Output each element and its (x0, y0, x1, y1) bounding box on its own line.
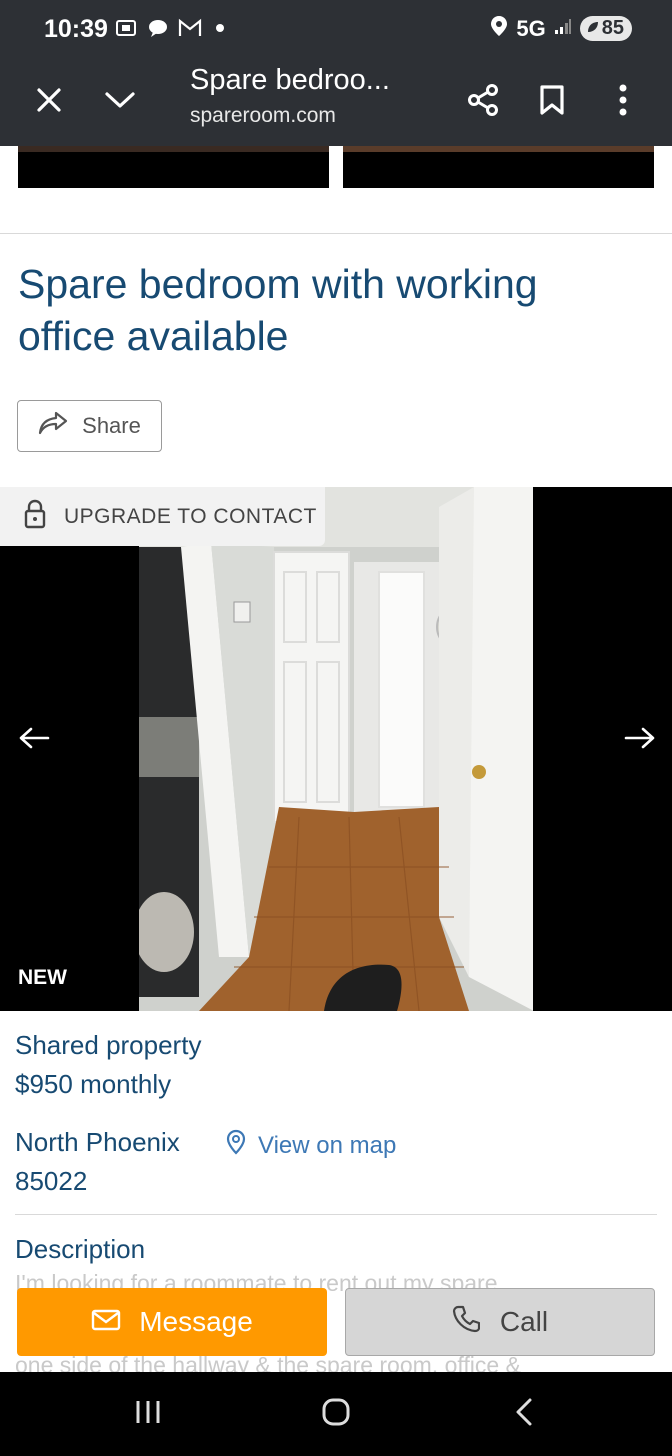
recent-apps-button[interactable] (126, 1394, 170, 1434)
next-photo-button[interactable] (620, 720, 660, 760)
listing-photo[interactable] (139, 487, 533, 1011)
back-icon (514, 1397, 534, 1432)
system-navigation-bar (0, 1372, 672, 1456)
close-icon (36, 87, 62, 118)
previous-photo-button[interactable] (14, 720, 54, 760)
clock: 10:39 (44, 15, 108, 43)
location-icon (490, 15, 508, 42)
system-icons: 5G 85 (490, 15, 632, 42)
share-icon (466, 83, 500, 122)
area-name: North Phoenix (15, 1127, 180, 1157)
chevron-down-icon (104, 90, 136, 115)
section-divider (15, 1214, 657, 1215)
section-divider (0, 233, 672, 234)
network-type: 5G (516, 15, 546, 41)
minimize-tab-button[interactable] (96, 78, 144, 126)
battery-level: 85 (601, 17, 624, 39)
bookmark-icon (539, 84, 565, 121)
more-notifications-dot (216, 24, 224, 32)
recent-apps-icon (134, 1399, 162, 1430)
price: $950 monthly (15, 1069, 172, 1099)
share-page-button[interactable] (459, 78, 507, 126)
view-on-map-link[interactable]: View on map (226, 1129, 396, 1162)
home-button[interactable] (314, 1394, 358, 1434)
battery-saver-icon (586, 17, 600, 40)
arrow-right-icon (624, 726, 656, 755)
bookmark-button[interactable] (528, 78, 576, 126)
back-button[interactable] (502, 1394, 546, 1434)
thumbnail-image[interactable] (343, 146, 654, 188)
call-label: Call (499, 1306, 549, 1337)
gmail-icon (178, 16, 202, 40)
share-label: Share (82, 413, 141, 438)
screenshot-icon (114, 16, 138, 40)
new-badge: NEW (18, 966, 67, 989)
overflow-menu-button[interactable] (599, 78, 647, 126)
mail-icon (91, 1306, 121, 1338)
zip-code: 85022 (15, 1166, 88, 1196)
close-tab-button[interactable] (25, 78, 73, 126)
phone-icon (452, 1305, 480, 1340)
message-label: Message (139, 1306, 253, 1337)
home-icon (321, 1397, 351, 1432)
status-bar: 10:39 5G 85 (0, 0, 672, 60)
battery-indicator: 85 (579, 16, 632, 41)
signal-icon (554, 17, 572, 40)
property-type: Shared property (15, 1030, 202, 1060)
photo-gallery[interactable] (0, 487, 672, 1011)
custom-tab-toolbar: Spare bedroo... spareroom.com (0, 60, 672, 146)
upgrade-label: UPGRADE TO CONTACT (64, 504, 317, 528)
arrow-left-icon (18, 726, 50, 755)
page-title: Spare bedroo... (190, 64, 390, 96)
description-heading: Description (15, 1234, 146, 1264)
notification-icons (114, 16, 224, 40)
thumbnail-image[interactable] (18, 146, 329, 188)
forward-arrow-icon (38, 411, 68, 441)
chat-icon (146, 16, 170, 40)
upgrade-to-contact-button[interactable]: UPGRADE TO CONTACT (0, 487, 325, 546)
call-button[interactable]: Call (345, 1288, 655, 1356)
map-pin-icon (226, 1129, 246, 1162)
message-button[interactable]: Message (17, 1288, 327, 1356)
lock-icon (24, 499, 46, 535)
share-listing-button[interactable]: Share (17, 400, 162, 452)
more-vert-icon (618, 84, 628, 121)
view-on-map-label: View on map (258, 1131, 397, 1159)
page-url[interactable]: spareroom.com (190, 104, 336, 128)
listing-title: Spare bedroom with working office availa… (18, 261, 538, 359)
